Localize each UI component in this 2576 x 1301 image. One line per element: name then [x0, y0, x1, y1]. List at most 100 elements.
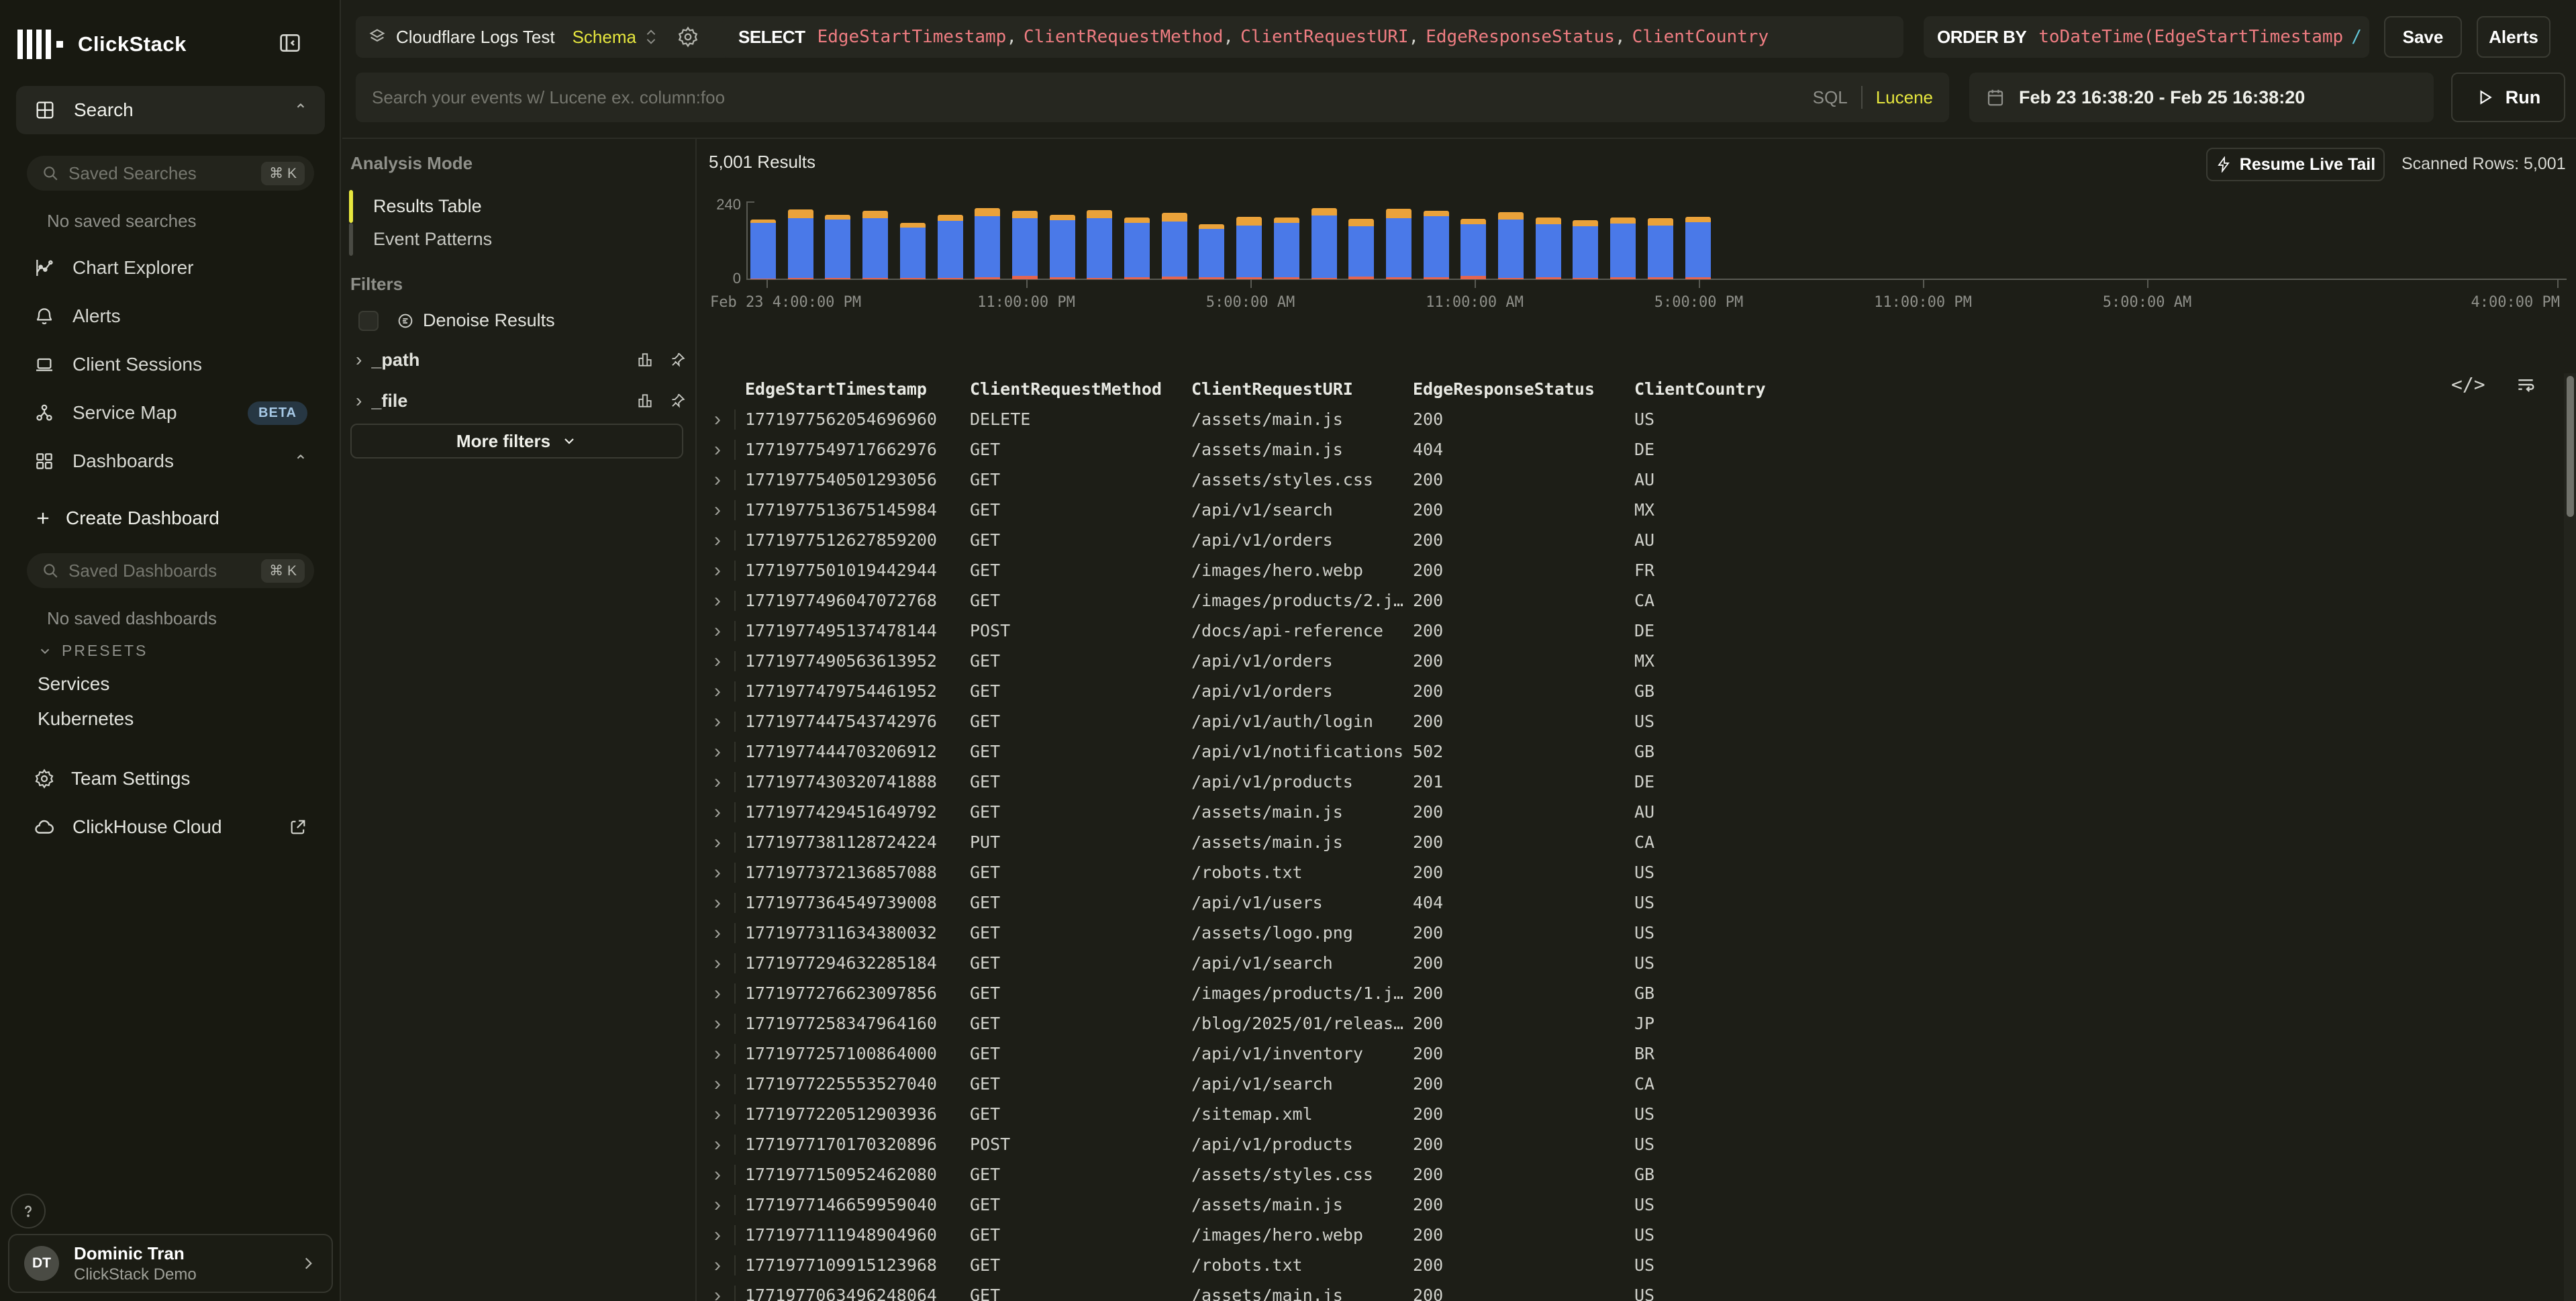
row-expand-chevron-icon[interactable]: ›	[714, 953, 734, 973]
table-row[interactable]: ›1771977257100864000GET/api/v1/inventory…	[709, 1039, 2561, 1069]
row-expand-chevron-icon[interactable]: ›	[714, 470, 734, 490]
histogram-bar[interactable]	[1012, 211, 1038, 279]
more-filters-button[interactable]: More filters	[350, 424, 683, 459]
preset-item-kubernetes[interactable]: Kubernetes	[38, 704, 319, 734]
histogram-bar[interactable]	[1348, 219, 1374, 279]
wrap-lines-icon[interactable]	[2515, 374, 2536, 395]
order-by-input[interactable]: ORDER BY toDateTime( EdgeStartTimestamp …	[1924, 16, 2369, 58]
table-row[interactable]: ›1771977170170320896POST/api/v1/products…	[709, 1129, 2561, 1159]
table-row[interactable]: ›1771977111948904960GET/images/hero.webp…	[709, 1220, 2561, 1250]
table-row[interactable]: ›1771977150952462080GET/assets/styles.cs…	[709, 1159, 2561, 1190]
row-expand-chevron-icon[interactable]: ›	[714, 1255, 734, 1275]
row-expand-chevron-icon[interactable]: ›	[714, 1014, 734, 1034]
sidebar-item-chart-explorer[interactable]: Chart Explorer	[16, 247, 325, 289]
resume-live-tail-button[interactable]: Resume Live Tail	[2206, 148, 2385, 181]
histogram-bar[interactable]	[1610, 218, 1636, 279]
histogram-bar[interactable]	[1386, 209, 1411, 279]
mode-results-table[interactable]: Results Table	[349, 190, 685, 223]
user-card[interactable]: DT Dominic Tran ClickStack Demo	[8, 1234, 333, 1293]
histogram-bar[interactable]	[975, 208, 1000, 279]
histogram-bar[interactable]	[900, 223, 926, 279]
code-view-icon[interactable]: </>	[2451, 373, 2485, 395]
row-expand-chevron-icon[interactable]: ›	[714, 621, 734, 641]
presets-header[interactable]: PRESETS	[38, 642, 148, 660]
sidebar-item-search[interactable]: Search ⌃	[16, 86, 325, 134]
histogram-bar[interactable]	[938, 215, 963, 279]
row-expand-chevron-icon[interactable]: ›	[714, 1286, 734, 1301]
table-row[interactable]: ›1771977146659959040GET/assets/main.js20…	[709, 1190, 2561, 1220]
row-expand-chevron-icon[interactable]: ›	[714, 923, 734, 943]
row-expand-chevron-icon[interactable]: ›	[714, 893, 734, 913]
lucene-toggle[interactable]: Lucene	[1876, 87, 1933, 108]
column-header-EdgeResponseStatus[interactable]: ⠿EdgeResponseStatus	[1413, 379, 1634, 399]
table-row[interactable]: ›1771977490563613952GET/api/v1/orders200…	[709, 646, 2561, 676]
source-selector[interactable]: Cloudflare Logs Test Schema	[356, 16, 769, 58]
sidebar-item-team-settings[interactable]: Team Settings	[16, 759, 325, 799]
table-row[interactable]: ›1771977364549739008GET/api/v1/users404U…	[709, 887, 2561, 918]
pin-icon[interactable]	[668, 392, 686, 409]
histogram-bar[interactable]	[1536, 218, 1561, 279]
column-header-ClientRequestMethod[interactable]: ⠿ClientRequestMethod	[970, 379, 1191, 399]
row-expand-chevron-icon[interactable]: ›	[714, 561, 734, 581]
source-settings-gear-icon[interactable]	[677, 26, 699, 48]
histogram-bar[interactable]	[862, 211, 888, 279]
row-expand-chevron-icon[interactable]: ›	[714, 1104, 734, 1124]
filter-field-file[interactable]: › _file	[356, 385, 686, 417]
table-row[interactable]: ›1771977430320741888GET/api/v1/products2…	[709, 767, 2561, 797]
table-row[interactable]: ›1771977540501293056GET/assets/styles.cs…	[709, 465, 2561, 495]
sidebar-item-client-sessions[interactable]: Client Sessions	[16, 344, 325, 385]
table-row[interactable]: ›1771977225553527040GET/api/v1/search200…	[709, 1069, 2561, 1099]
row-expand-chevron-icon[interactable]: ›	[714, 802, 734, 822]
histogram-bar[interactable]	[788, 209, 813, 279]
table-row[interactable]: ›1771977479754461952GET/api/v1/orders200…	[709, 676, 2561, 706]
table-row[interactable]: ›1771977258347964160GET/blog/2025/01/rel…	[709, 1008, 2561, 1039]
row-expand-chevron-icon[interactable]: ›	[714, 1135, 734, 1155]
table-row[interactable]: ›1771977496047072768GET/images/products/…	[709, 585, 2561, 616]
filter-field-path[interactable]: › _path	[356, 344, 686, 376]
histogram-bar[interactable]	[825, 215, 850, 279]
denoise-checkbox[interactable]	[358, 311, 379, 331]
histogram-bar[interactable]	[1050, 215, 1075, 279]
row-expand-chevron-icon[interactable]: ›	[714, 440, 734, 460]
histogram-bar[interactable]	[1573, 220, 1598, 279]
table-row[interactable]: ›1771977549717662976GET/assets/main.js40…	[709, 434, 2561, 465]
histogram-bar[interactable]	[1648, 218, 1673, 279]
preset-item-services[interactable]: Services	[38, 669, 319, 700]
row-expand-chevron-icon[interactable]: ›	[714, 651, 734, 671]
column-header-ClientCountry[interactable]: ⠿ClientCountry	[1634, 379, 2427, 399]
histogram-bar[interactable]	[1162, 213, 1187, 279]
table-row[interactable]: ›1771977372136857088GET/robots.txt200US	[709, 857, 2561, 887]
row-expand-chevron-icon[interactable]: ›	[714, 1044, 734, 1064]
histogram-bar[interactable]	[1498, 212, 1524, 279]
table-row[interactable]: ›1771977294632285184GET/api/v1/search200…	[709, 948, 2561, 978]
histogram-bar[interactable]	[1685, 217, 1711, 279]
table-row[interactable]: ›1771977429451649792GET/assets/main.js20…	[709, 797, 2561, 827]
sidebar-item-service-map[interactable]: Service Map BETA	[16, 392, 325, 434]
row-expand-chevron-icon[interactable]: ›	[714, 1195, 734, 1215]
event-search-input[interactable]: Search your events w/ Lucene ex. column:…	[356, 73, 1949, 122]
table-row[interactable]: ›1771977381128724224PUT/assets/main.js20…	[709, 827, 2561, 857]
scrollbar-thumb[interactable]	[2567, 376, 2574, 517]
table-row[interactable]: ›1771977276623097856GET/images/products/…	[709, 978, 2561, 1008]
save-button[interactable]: Save	[2384, 16, 2462, 58]
row-expand-chevron-icon[interactable]: ›	[714, 772, 734, 792]
histogram-bar[interactable]	[1460, 219, 1486, 279]
row-expand-chevron-icon[interactable]: ›	[714, 409, 734, 430]
sidebar-collapse-icon[interactable]	[277, 30, 303, 56]
table-row[interactable]: ›1771977311634380032GET/assets/logo.png2…	[709, 918, 2561, 948]
row-expand-chevron-icon[interactable]: ›	[714, 530, 734, 550]
pin-icon[interactable]	[668, 351, 686, 369]
row-expand-chevron-icon[interactable]: ›	[714, 712, 734, 732]
run-button[interactable]: Run	[2451, 73, 2565, 122]
saved-searches-input[interactable]: Saved Searches ⌘ K	[27, 156, 314, 191]
row-expand-chevron-icon[interactable]: ›	[714, 1074, 734, 1094]
help-button[interactable]	[11, 1194, 46, 1228]
row-expand-chevron-icon[interactable]: ›	[714, 1165, 734, 1185]
histogram-bar[interactable]	[1424, 211, 1449, 279]
histogram-bar[interactable]	[1311, 208, 1337, 279]
denoise-results-toggle[interactable]: Denoise Results	[358, 310, 555, 331]
sidebar-item-dashboards[interactable]: Dashboards ⌃	[16, 440, 325, 482]
select-columns-input[interactable]: SELECTEdgeStartTimestamp,ClientRequestMe…	[722, 16, 1903, 58]
table-row[interactable]: ›1771977444703206912GET/api/v1/notificat…	[709, 736, 2561, 767]
sql-toggle[interactable]: SQL	[1813, 87, 1848, 108]
